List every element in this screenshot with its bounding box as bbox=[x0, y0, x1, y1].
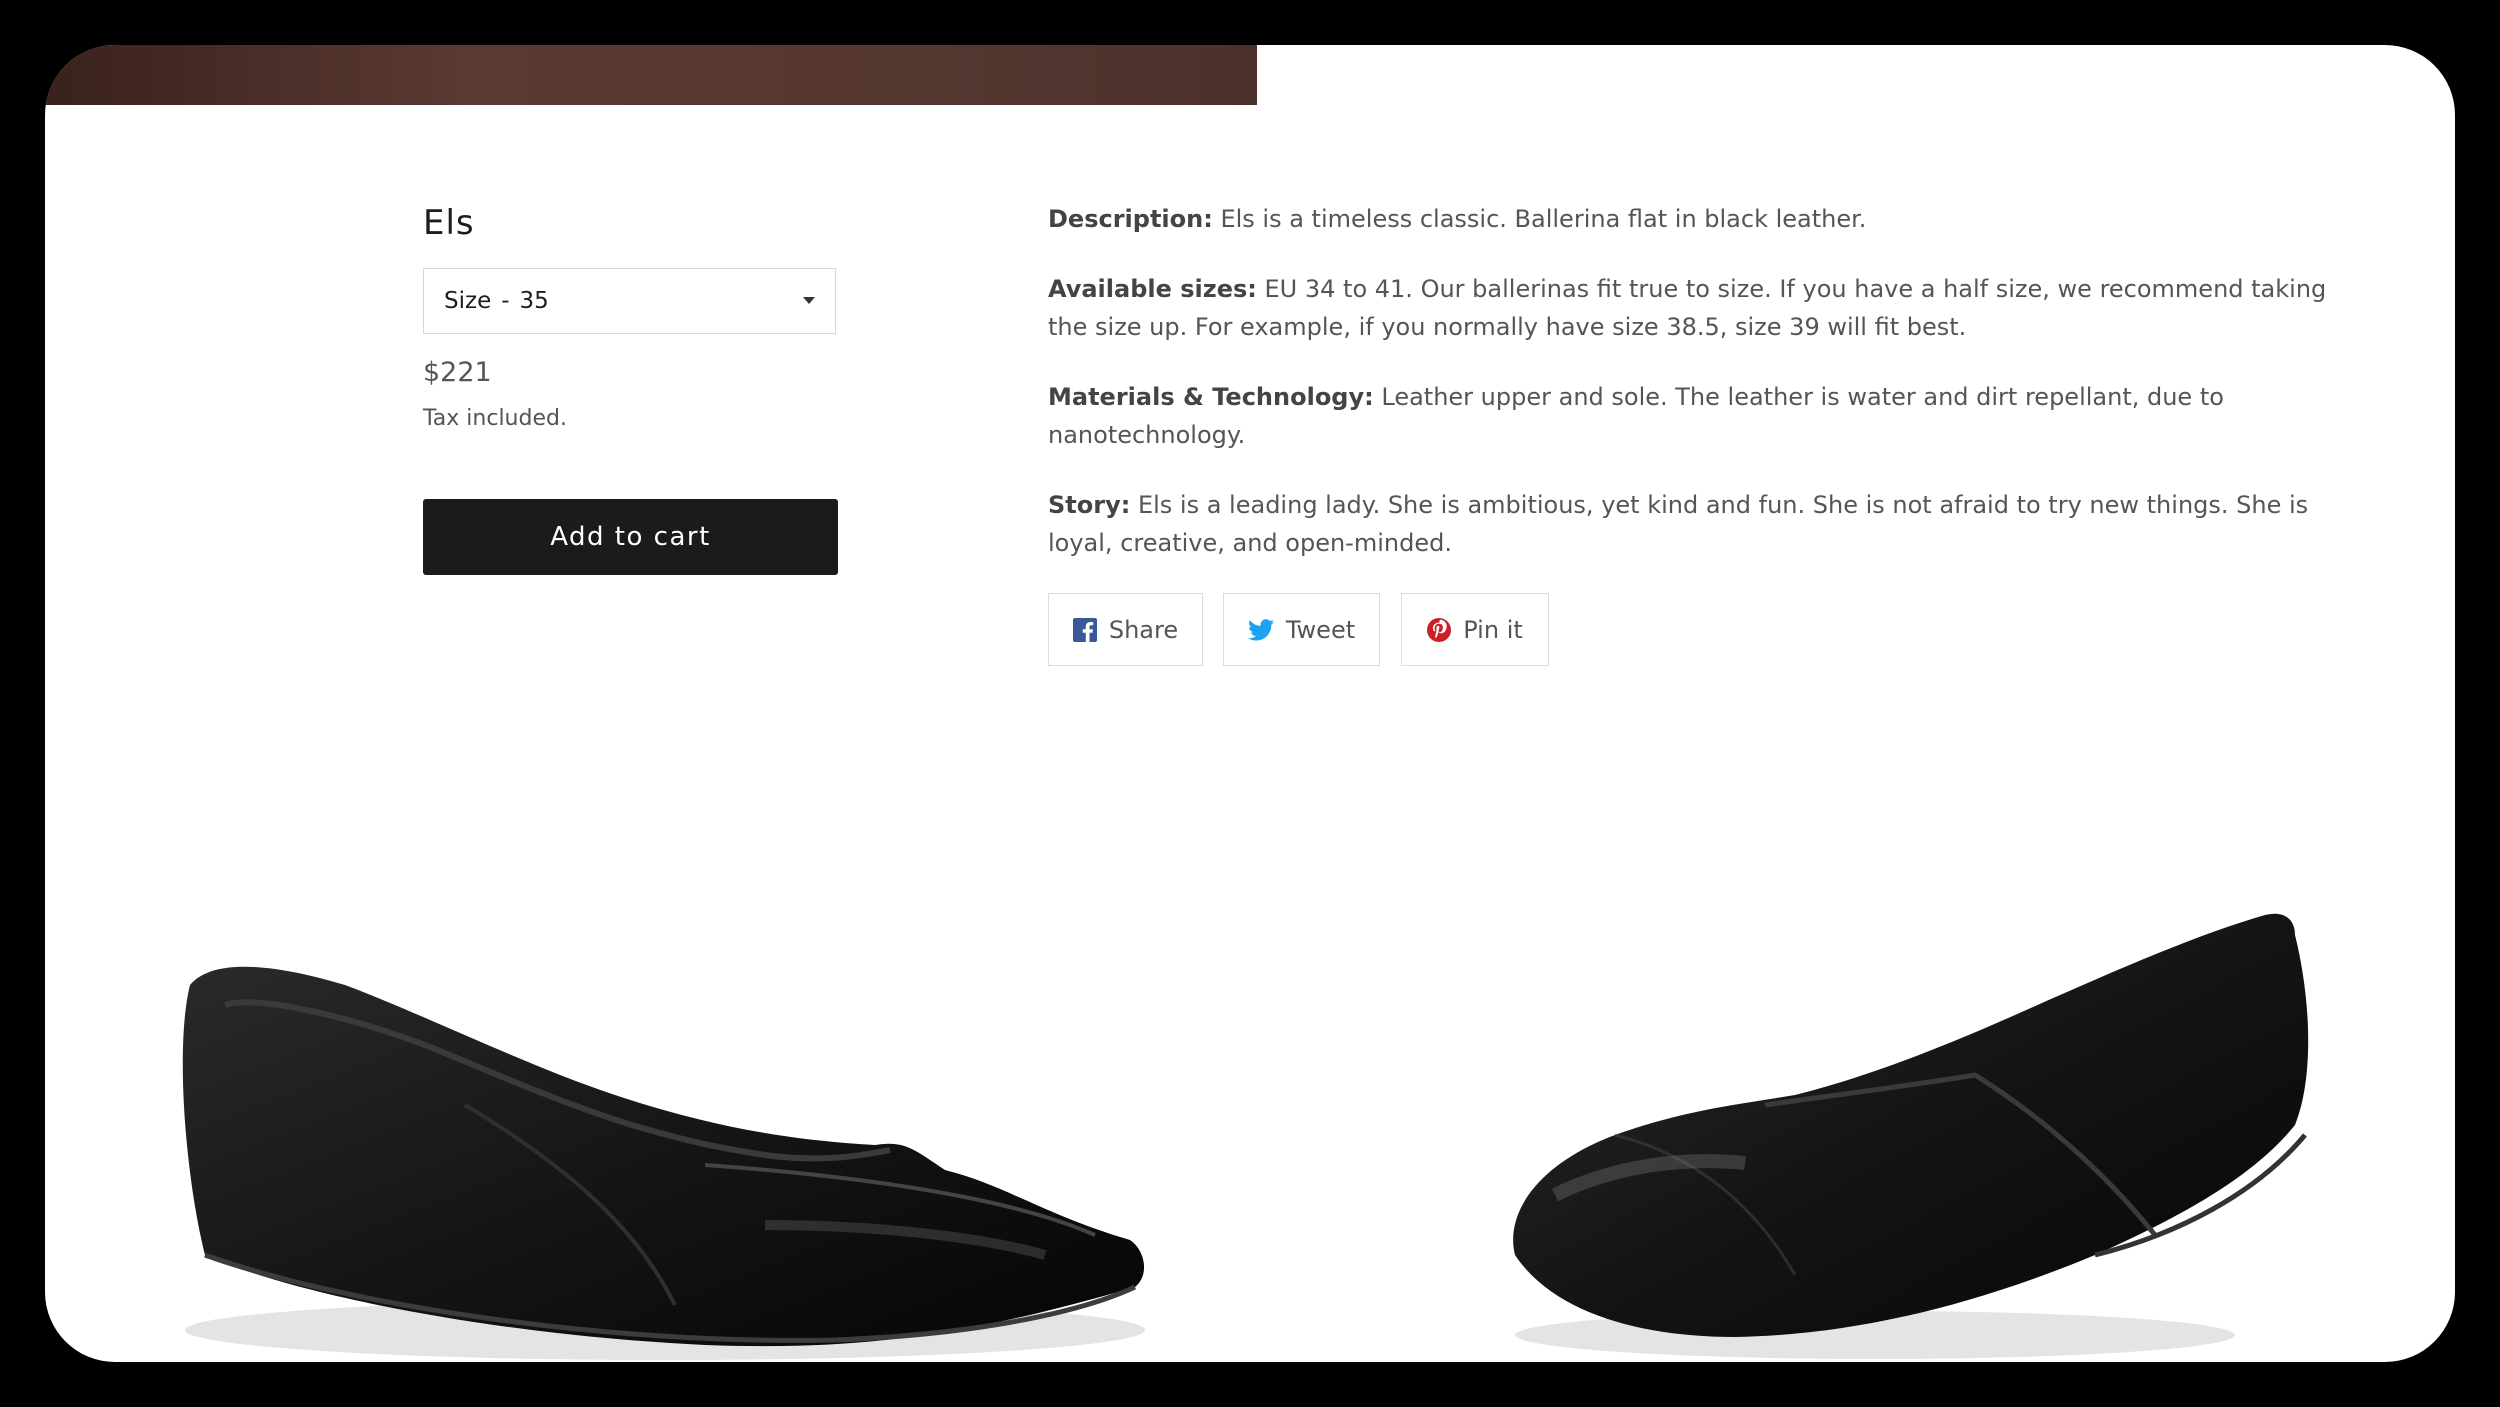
available-sizes-paragraph: Available sizes: EU 34 to 41. Our baller… bbox=[1048, 270, 2338, 346]
facebook-icon bbox=[1072, 617, 1097, 642]
product-price: $221 bbox=[423, 357, 492, 388]
hero-image-strip bbox=[45, 45, 1257, 105]
shoe-image-left bbox=[182, 966, 1145, 1360]
size-select-value: 35 bbox=[519, 288, 549, 314]
share-label: Share bbox=[1108, 615, 1179, 644]
tax-note: Tax included. bbox=[423, 406, 567, 431]
story-text: Els is a leading lady. She is ambitious,… bbox=[1048, 491, 2309, 557]
twitter-icon bbox=[1247, 618, 1274, 641]
product-title: Els bbox=[423, 203, 475, 243]
story-label: Story: bbox=[1048, 491, 1131, 519]
add-to-cart-button[interactable]: Add to cart bbox=[423, 499, 838, 575]
pin-it-label: Pin it bbox=[1463, 615, 1523, 644]
story-paragraph: Story: Els is a leading lady. She is amb… bbox=[1048, 486, 2338, 562]
shoe-image-right bbox=[1513, 913, 2309, 1359]
pinterest-icon bbox=[1427, 617, 1452, 642]
share-facebook-button[interactable]: Share bbox=[1048, 593, 1203, 666]
tweet-label: Tweet bbox=[1285, 615, 1356, 644]
description-paragraph: Description: Els is a timeless classic. … bbox=[1048, 200, 2338, 238]
description-label: Description: bbox=[1048, 205, 1213, 233]
materials-paragraph: Materials & Technology: Leather upper an… bbox=[1048, 378, 2338, 454]
pin-it-button[interactable]: Pin it bbox=[1401, 593, 1549, 666]
size-select-label: Size bbox=[444, 288, 492, 314]
tweet-button[interactable]: Tweet bbox=[1223, 593, 1380, 666]
page-screen: Els Size - 35 $221 Tax included. Add to … bbox=[45, 45, 2455, 1362]
description-text: Els is a timeless classic. Ballerina fla… bbox=[1212, 205, 1867, 233]
available-sizes-label: Available sizes: bbox=[1048, 275, 1257, 303]
device-frame: Els Size - 35 $221 Tax included. Add to … bbox=[0, 0, 2500, 1407]
materials-label: Materials & Technology: bbox=[1048, 383, 1374, 411]
chevron-down-icon bbox=[803, 297, 815, 304]
size-select[interactable]: Size - 35 bbox=[423, 268, 836, 334]
size-select-separator: - bbox=[501, 288, 510, 314]
